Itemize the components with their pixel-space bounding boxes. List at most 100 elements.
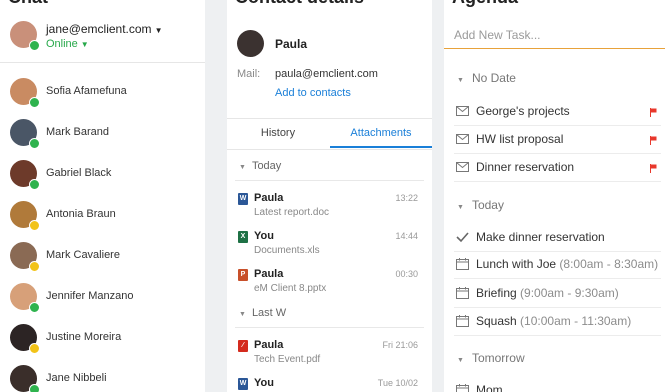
attachment-date: 13:22 — [395, 193, 418, 203]
attachment-date: Fri 21:06 — [382, 340, 418, 350]
new-task-input[interactable] — [444, 24, 664, 46]
contact-email[interactable]: paula@emclient.com — [275, 68, 378, 80]
attachment-item[interactable]: P Paula eM Client 8.pptx 00:30 — [227, 265, 432, 301]
attachment-filename: Latest report.doc — [254, 207, 330, 218]
check-icon[interactable] — [456, 230, 469, 243]
tab-history[interactable]: History — [227, 119, 329, 148]
agenda-item[interactable]: Mom — [444, 377, 665, 392]
attachment-filename: Documents.xls — [254, 245, 320, 256]
calendar-icon[interactable] — [456, 286, 469, 299]
agenda-item[interactable]: Lunch with Joe (8:00am - 8:30am) — [444, 251, 665, 279]
agenda-item-title: Squash — [476, 314, 517, 328]
attachment-sender: Paula — [254, 268, 284, 280]
agenda-item-text: Lunch with Joe (8:00am - 8:30am) — [476, 257, 658, 271]
agenda-item-text: Make dinner reservation — [476, 230, 605, 244]
presence-online-icon — [29, 138, 40, 149]
agenda-item-title: Make dinner reservation — [476, 230, 605, 244]
agenda-item-text: Squash (10:00am - 11:30am) — [476, 314, 631, 328]
chevron-down-icon: ▼ — [457, 204, 464, 211]
attachment-group-header[interactable]: ▼ Today — [239, 160, 281, 172]
attachment-item[interactable]: ⁄ Paula Tech Event.pdf Fri 21:06 — [227, 336, 432, 372]
attachment-sender: Paula — [254, 192, 284, 204]
avatar — [10, 78, 40, 108]
agenda-group-header[interactable]: ▼ No Date — [457, 71, 516, 85]
agenda-item[interactable]: George's projects — [444, 98, 665, 126]
chat-contact-item[interactable]: Jennifer Manzano — [0, 276, 205, 317]
account-status[interactable]: Online ▼ — [46, 38, 89, 50]
calendar-icon-svg — [456, 287, 469, 299]
agenda-group-header[interactable]: ▼ Tomorrow — [457, 351, 525, 365]
contact-name: Mark Cavaliere — [46, 249, 120, 261]
flag-icon[interactable] — [650, 104, 657, 117]
avatar — [10, 242, 40, 272]
agenda-item-title: Briefing — [476, 286, 517, 300]
chat-contact-item[interactable]: Sofia Afamefuna — [0, 71, 205, 112]
contact-name: Mark Barand — [46, 126, 109, 138]
divider — [0, 62, 205, 63]
avatar — [10, 201, 40, 231]
mail-label: Mail: — [237, 68, 261, 80]
agenda-item-text: HW list proposal — [476, 132, 563, 146]
account-email[interactable]: jane@emclient.com ▼ — [46, 22, 162, 36]
agenda-title: Agenda — [452, 0, 518, 8]
agenda-item-title: Dinner reservation — [476, 160, 575, 174]
chevron-down-icon: ▼ — [457, 357, 464, 364]
agenda-item-title: Mom — [476, 383, 503, 392]
calendar-icon[interactable] — [456, 383, 469, 392]
avatar — [10, 21, 40, 51]
presence-online-icon — [29, 179, 40, 190]
attachment-item[interactable]: X You Documents.xls 14:44 — [227, 227, 432, 263]
attachment-item[interactable]: W Paula Latest report.doc 13:22 — [227, 189, 432, 225]
chevron-down-icon: ▼ — [80, 40, 89, 49]
chat-contact-item[interactable]: Gabriel Black — [0, 153, 205, 194]
contact-name: Paula — [275, 37, 308, 51]
attachment-item[interactable]: W You Tue 10/02 — [227, 374, 432, 392]
avatar — [10, 365, 40, 392]
mail-icon-svg — [456, 134, 469, 144]
presence-away-icon — [29, 343, 40, 354]
contact-details-panel: Contact details Paula Mail: paula@emclie… — [227, 0, 432, 392]
flag-icon[interactable] — [650, 132, 657, 145]
calendar-icon[interactable] — [456, 314, 469, 327]
agenda-item-time: (10:00am - 11:30am) — [520, 314, 632, 328]
add-to-contacts-link[interactable]: Add to contacts — [275, 87, 351, 99]
chat-contact-item[interactable]: Jane Nibbeli — [0, 358, 205, 392]
chat-contact-item[interactable]: Mark Barand — [0, 112, 205, 153]
mail-icon[interactable] — [456, 160, 469, 172]
agenda-item[interactable]: Briefing (9:00am - 9:30am) — [444, 280, 665, 308]
agenda-item[interactable]: Squash (10:00am - 11:30am) — [444, 308, 665, 336]
chat-title: Chat — [8, 0, 48, 8]
agenda-group-header[interactable]: ▼ Today — [457, 198, 504, 212]
contact-name: Antonia Braun — [46, 208, 116, 220]
chat-contact-item[interactable]: Antonia Braun — [0, 194, 205, 235]
divider — [454, 335, 661, 336]
group-label: No Date — [471, 71, 516, 85]
agenda-item[interactable]: Dinner reservation — [444, 154, 665, 182]
calendar-icon[interactable] — [456, 257, 469, 270]
tab-attachments[interactable]: Attachments — [330, 119, 432, 148]
mail-icon[interactable] — [456, 104, 469, 116]
contact-details-title: Contact details — [235, 0, 364, 8]
agenda-item[interactable]: HW list proposal — [444, 126, 665, 154]
agenda-panel: Agenda ▼ No Date George's projects HW list … — [444, 0, 665, 392]
presence-online-icon — [29, 384, 40, 392]
avatar — [10, 160, 40, 190]
agenda-item[interactable]: Make dinner reservation — [444, 224, 665, 252]
chat-contact-item[interactable]: Mark Cavaliere — [0, 235, 205, 276]
group-label: Last W — [251, 307, 287, 319]
attachment-group-header[interactable]: ▼ Last W — [239, 307, 286, 319]
calendar-icon-svg — [456, 258, 469, 270]
new-task-field — [444, 24, 665, 49]
attachment-date: 00:30 — [395, 269, 418, 279]
avatar — [10, 119, 40, 149]
presence-online-icon — [29, 302, 40, 313]
my-account[interactable]: jane@emclient.com ▼ Online ▼ — [10, 20, 205, 54]
agenda-item-title: HW list proposal — [476, 132, 564, 146]
chat-contact-item[interactable]: Justine Moreira — [0, 317, 205, 358]
agenda-item-text: Briefing (9:00am - 9:30am) — [476, 286, 619, 300]
mail-icon[interactable] — [456, 132, 469, 144]
presence-online-icon — [29, 97, 40, 108]
flag-icon[interactable] — [650, 160, 657, 173]
mail-icon-svg — [456, 162, 469, 172]
agenda-item-title: George's projects — [476, 104, 570, 118]
